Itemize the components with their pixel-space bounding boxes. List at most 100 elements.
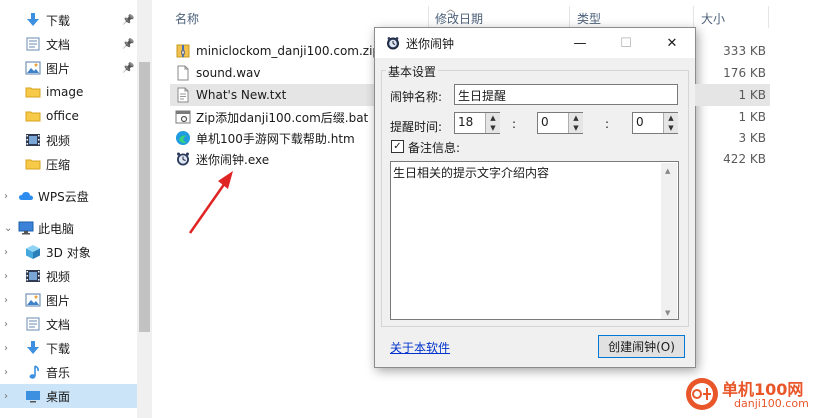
alarm-name-input[interactable]: 生日提醒 <box>454 84 678 105</box>
nav-item[interactable]: 视频 <box>0 128 137 152</box>
zip-archive-icon <box>175 43 191 59</box>
minute-spinner[interactable]: ▲ ▼ <box>568 113 583 133</box>
memo-checkbox[interactable]: ✓ <box>391 140 404 153</box>
column-divider[interactable] <box>768 6 769 28</box>
download-arrow-icon <box>25 12 41 28</box>
music-note-icon <box>25 364 41 380</box>
alarm-dialog: 迷你闹钟 — ☐ ✕ 基本设置 闹钟名称: 生日提醒 提醒时间: 18 ▲ ▼ … <box>374 27 696 368</box>
nav-item-label: image <box>46 85 84 99</box>
alarm-clock-icon <box>387 37 399 50</box>
folder-icon <box>25 84 41 100</box>
column-header-type[interactable]: 类型 <box>577 10 601 27</box>
nav-item-label: 下载 <box>46 13 71 28</box>
column-divider[interactable] <box>428 6 429 28</box>
memo-text: 生日相关的提示文字介绍内容 <box>393 166 550 180</box>
hour-spinner[interactable]: ▲ ▼ <box>485 113 500 133</box>
watermark-logo-icon <box>686 378 718 410</box>
file-name: 单机100手游网下载帮助.htm <box>196 131 355 146</box>
create-alarm-button[interactable]: 创建闹钟(O) <box>598 335 685 358</box>
collapse-chevron-icon[interactable]: › <box>4 247 8 258</box>
computer-icon <box>18 220 34 236</box>
nav-item[interactable]: › 视频 <box>0 264 137 288</box>
navigation-pane: 下载 📌 文档 📌 图片 📌 image office 视频 压缩 › WPS云盘 ⌄ 此电脑 › 3D 对象… <box>0 0 152 418</box>
minimize-button[interactable]: — <box>557 28 603 58</box>
film-icon <box>25 132 41 148</box>
nav-item-label: 视频 <box>46 269 71 284</box>
file-name: What's New.txt <box>196 88 287 102</box>
nav-item-label: 视频 <box>46 133 71 148</box>
film-icon <box>25 268 41 284</box>
download-arrow-icon <box>25 340 41 356</box>
folder-icon <box>25 156 41 172</box>
spin-down-icon[interactable]: ▼ <box>569 123 583 133</box>
collapse-chevron-icon[interactable]: › <box>4 271 8 282</box>
column-header-modified[interactable]: 修改日期 <box>435 10 483 27</box>
scroll-up-icon[interactable]: ▲ <box>665 167 670 175</box>
collapse-chevron-icon[interactable]: › <box>4 391 8 402</box>
nav-item[interactable]: office <box>0 104 137 128</box>
column-divider[interactable] <box>569 6 570 28</box>
nav-item-label: 文档 <box>46 317 71 332</box>
memo-checkbox-label[interactable]: 备注信息: <box>408 139 460 156</box>
picture-icon <box>25 60 41 76</box>
scroll-down-icon[interactable]: ▼ <box>665 309 670 317</box>
nav-item[interactable]: › 桌面 <box>0 384 137 408</box>
audio-file-icon <box>175 65 191 81</box>
nav-item-label: 下载 <box>46 341 71 356</box>
close-button[interactable]: ✕ <box>649 28 695 58</box>
nav-item[interactable]: › 文档 <box>0 312 137 336</box>
pin-icon: 📌 <box>122 38 135 50</box>
file-size: 422 KB <box>723 152 766 166</box>
cube-icon <box>25 244 41 260</box>
annotation-arrow-1 <box>188 171 233 234</box>
desktop-icon <box>25 388 41 404</box>
file-size: 1 KB <box>738 110 766 124</box>
column-header-size[interactable]: 大小 <box>701 10 725 27</box>
collapse-chevron-icon[interactable]: › <box>4 367 8 378</box>
nav-item-label: 此电脑 <box>38 221 75 236</box>
memo-scrollbar[interactable]: ▲ ▼ <box>661 163 677 319</box>
collapse-chevron-icon[interactable]: › <box>4 343 8 354</box>
nav-scrollbar-thumb[interactable] <box>139 62 150 332</box>
nav-item[interactable]: › 下载 <box>0 336 137 360</box>
second-spinner[interactable]: ▲ ▼ <box>663 113 678 133</box>
collapse-chevron-icon[interactable]: › <box>4 319 8 330</box>
nav-item[interactable]: ⌄ 此电脑 <box>0 216 137 240</box>
nav-item[interactable]: › 音乐 <box>0 360 137 384</box>
time-separator: : <box>605 117 610 131</box>
nav-item[interactable]: 下载 📌 <box>0 8 137 32</box>
nav-item-label: 压缩 <box>46 157 71 172</box>
edge-browser-icon <box>175 130 191 146</box>
nav-item[interactable]: › 3D 对象 <box>0 240 137 264</box>
file-name: miniclockom_danji100.com.zip <box>196 44 381 58</box>
collapse-chevron-icon[interactable]: › <box>4 295 8 306</box>
column-divider[interactable] <box>693 6 694 28</box>
time-separator: : <box>512 117 517 131</box>
expand-chevron-icon[interactable]: ⌄ <box>4 223 12 234</box>
dialog-titlebar[interactable]: 迷你闹钟 — ☐ ✕ <box>375 28 695 58</box>
nav-item[interactable]: 文档 📌 <box>0 32 137 56</box>
collapse-chevron-icon[interactable]: › <box>4 191 8 202</box>
watermark-url: danji100.com <box>734 397 809 410</box>
nav-item[interactable]: 压缩 <box>0 152 137 176</box>
file-name: sound.wav <box>196 66 261 80</box>
nav-item[interactable]: image <box>0 80 137 104</box>
picture-icon <box>25 292 41 308</box>
maximize-button[interactable]: ☐ <box>603 28 649 58</box>
spin-down-icon[interactable]: ▼ <box>486 123 500 133</box>
memo-textarea[interactable]: 生日相关的提示文字介绍内容 ▲ ▼ <box>390 161 679 320</box>
column-header-name[interactable]: 名称 <box>175 10 199 27</box>
spin-down-icon[interactable]: ▼ <box>664 123 678 133</box>
file-size: 176 KB <box>723 66 766 80</box>
hour-value: 18 <box>458 115 474 129</box>
group-title: 基本设置 <box>386 63 439 80</box>
nav-item-label: WPS云盘 <box>38 189 89 204</box>
nav-item-label: 图片 <box>46 61 71 76</box>
dialog-title: 迷你闹钟 <box>406 37 455 51</box>
about-link[interactable]: 关于本软件 <box>390 339 450 356</box>
nav-item[interactable]: 图片 📌 <box>0 56 137 80</box>
folder-icon <box>25 108 41 124</box>
nav-item[interactable]: › 图片 <box>0 288 137 312</box>
minute-value: 0 <box>541 115 549 129</box>
nav-item[interactable]: › WPS云盘 <box>0 184 137 208</box>
